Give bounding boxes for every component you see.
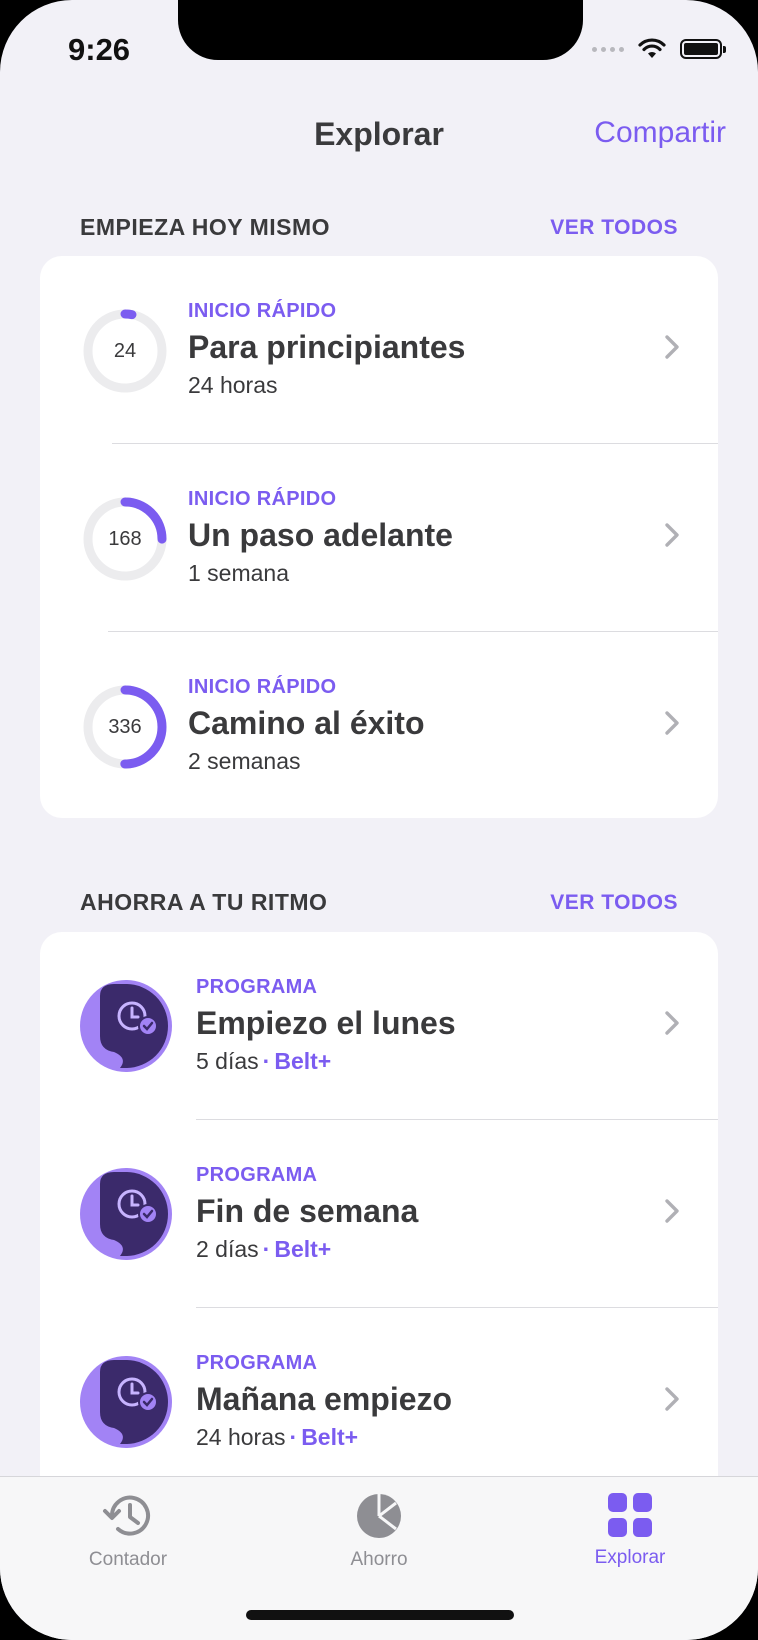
separator-dot: · [262,1236,271,1262]
home-indicator [246,1610,514,1620]
item-duration: 24 horas [196,1424,286,1450]
premium-badge: Belt+ [301,1424,359,1450]
chevron-right-icon [665,1387,679,1411]
history-icon [103,1495,150,1536]
item-subtitle: 24 horas [188,372,278,398]
status-time: 9:26 [68,32,131,67]
tab-contador[interactable]: Contador [48,1491,208,1571]
section-title: EMPIEZA HOY MISMO [80,214,331,240]
program-clock-icon [80,980,172,1072]
tab-label: Contador [88,1549,168,1570]
section-header-pace: AHORRA A TU RITMO VER TODOS [80,889,678,916]
quickstart-card: 24 INICIO RÁPIDO Para principiantes 24 h… [40,256,718,818]
item-title: Un paso adelante [188,517,453,553]
tab-ahorro[interactable]: Ahorro [299,1491,459,1571]
list-item[interactable]: PROGRAMA Mañana empiezo 24 horas · Belt+ [40,1308,718,1492]
premium-badge: Belt+ [274,1048,332,1074]
premium-badge: Belt+ [274,1236,332,1262]
battery-icon [680,39,726,59]
item-kicker: PROGRAMA [196,1164,318,1186]
item-subtitle: 1 semana [188,560,290,586]
see-all-button[interactable]: VER TODOS [550,216,678,240]
share-button[interactable]: Compartir [594,116,726,150]
status-icons [592,38,726,60]
chevron-right-icon [665,1011,679,1035]
item-title: Mañana empiezo [196,1381,453,1417]
ring-value: 24 [113,339,137,362]
program-clock-icon [80,1356,172,1448]
chevron-right-icon [665,711,679,735]
item-kicker: PROGRAMA [196,1352,318,1374]
chevron-right-icon [665,523,679,547]
programs-card: PROGRAMA Empiezo el lunes 5 días · Belt+ P… [40,932,718,1492]
section-header-start: EMPIEZA HOY MISMO VER TODOS [80,214,678,241]
tab-label: Ahorro [350,1549,408,1570]
item-title: Camino al éxito [188,705,425,741]
item-title: Fin de semana [196,1193,419,1229]
section-title: AHORRA A TU RITMO [80,889,328,915]
item-subtitle: 5 días · Belt+ [196,1048,456,1075]
tab-label: Explorar [594,1547,666,1568]
chevron-right-icon [665,1199,679,1223]
chevron-right-icon [665,335,679,359]
phone-screen: 9:26 Explorar Compartir EMPIEZA HOY MISM… [0,0,758,1640]
item-kicker: INICIO RÁPIDO [188,488,337,510]
separator-dot: · [262,1048,271,1074]
list-item[interactable]: 336 INICIO RÁPIDO Camino al éxito 2 sema… [40,632,718,818]
item-kicker: PROGRAMA [196,976,318,998]
item-title: Empiezo el lunes [196,1005,456,1041]
item-title: Para principiantes [188,329,466,365]
program-clock-icon [80,1168,172,1260]
item-duration: 2 días [196,1236,259,1262]
device-notch [178,0,583,60]
ring-value: 336 [108,715,142,738]
wifi-icon [638,38,666,58]
list-item[interactable]: 24 INICIO RÁPIDO Para principiantes 24 h… [40,256,718,444]
cellular-signal-icon [592,46,624,52]
item-kicker: INICIO RÁPIDO [188,676,337,698]
tab-explorar[interactable]: Explorar [550,1491,710,1569]
item-subtitle: 24 horas · Belt+ [196,1424,452,1451]
separator-dot: · [289,1424,298,1450]
item-kicker: INICIO RÁPIDO [188,300,337,322]
list-item[interactable]: PROGRAMA Fin de semana 2 días · Belt+ [40,1120,718,1308]
list-item[interactable]: PROGRAMA Empiezo el lunes 5 días · Belt+ [40,932,718,1120]
see-all-button[interactable]: VER TODOS [550,891,678,915]
list-item[interactable]: 168 INICIO RÁPIDO Un paso adelante 1 sem… [40,444,718,632]
grid-icon [608,1493,652,1537]
item-duration: 5 días [196,1048,259,1074]
item-subtitle: 2 días · Belt+ [196,1236,418,1263]
ring-value: 168 [108,527,142,550]
pie-chart-icon [357,1494,401,1538]
item-subtitle: 2 semanas [188,748,301,774]
